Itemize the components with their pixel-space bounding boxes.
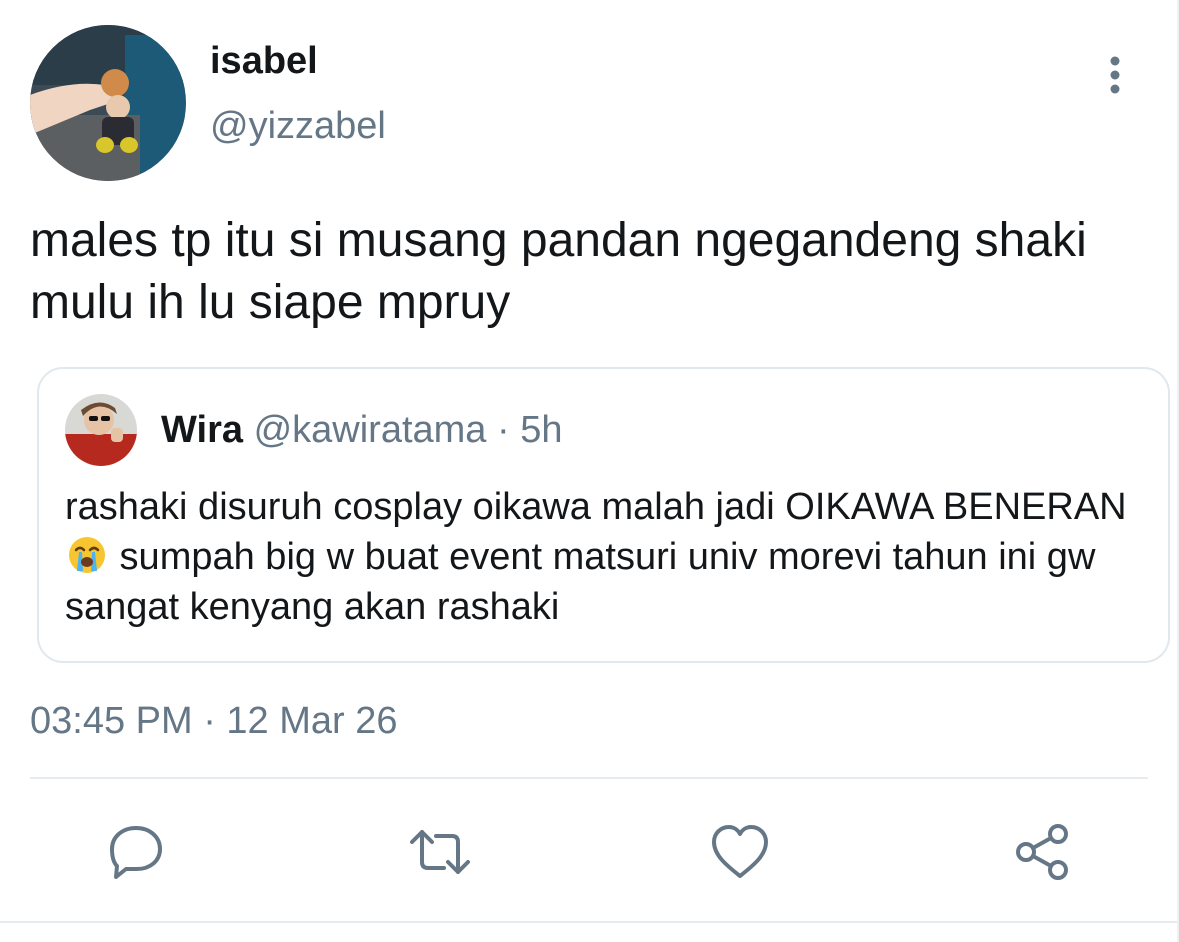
quoted-time: 5h [520,409,563,451]
tweet-text: males tp itu si musang pandan ngegandeng… [30,214,1087,329]
quoted-separator: · [497,409,510,451]
quoted-text-part-2: sumpah big w buat event matsuri univ mor… [65,536,1096,628]
quoted-author-name[interactable]: Wira [161,409,243,451]
divider-bottom [0,921,1179,923]
author-handle[interactable]: @yizzabel [210,105,386,148]
quoted-text-part-1: rashaki disuruh cosplay oikawa malah jad… [65,486,1127,528]
quoted-header: Wira @kawiratama · 5h [161,409,563,452]
heart-icon [712,825,768,878]
quoted-tweet-card[interactable]: Wira @kawiratama · 5h rashaki disuruh co… [37,367,1170,663]
reply-icon [110,826,162,879]
share-button[interactable] [1012,820,1076,884]
retweet-button[interactable] [408,820,472,884]
retweet-icon [410,830,470,874]
more-options-icon[interactable] [1100,55,1130,95]
loudly-crying-face-icon [67,535,107,575]
tweet-detail: isabel @yizzabel males tp itu si musang … [0,0,1179,942]
author-name[interactable]: isabel [210,40,318,83]
like-button[interactable] [708,820,772,884]
quoted-author-handle[interactable]: @kawiratama [254,409,487,451]
tweet-timestamp[interactable]: 03:45 PM · 12 Mar 26 [30,700,398,743]
quoted-text: rashaki disuruh cosplay oikawa malah jad… [65,482,1145,632]
divider [30,777,1148,779]
reply-button[interactable] [104,820,168,884]
quoted-author-avatar[interactable] [65,394,137,466]
share-icon [1016,824,1068,880]
author-avatar[interactable] [30,25,186,181]
